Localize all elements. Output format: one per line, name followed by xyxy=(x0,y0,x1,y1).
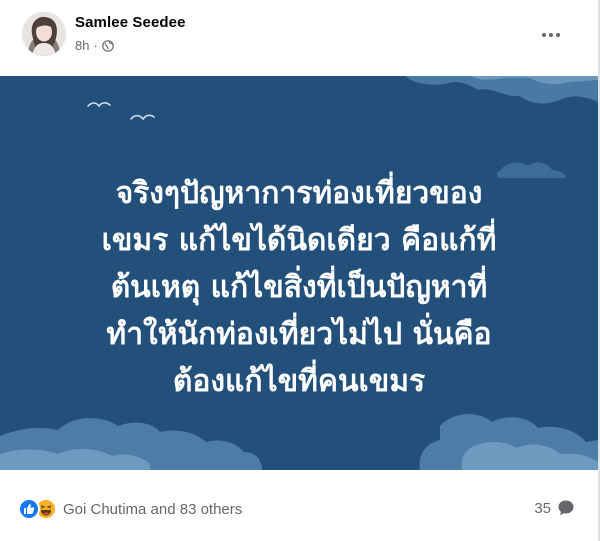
post-time[interactable]: 8h xyxy=(75,38,89,53)
image-text-line: ต้องแก้ไขที่คนเขมร xyxy=(172,364,426,399)
globe-icon[interactable] xyxy=(102,39,114,52)
reactions-label: Goi Chutima and 83 others xyxy=(63,500,243,518)
comments-count-button[interactable]: 35 xyxy=(534,499,575,517)
avatar-photo xyxy=(22,12,66,56)
image-text-line: ทำให้นักท่องเที่ยวไม่ไป นั่นคือ xyxy=(106,317,492,352)
image-text-line: จริงๆปัญหาการท่องเที่ยวของ xyxy=(115,176,483,211)
more-horizontal-icon xyxy=(542,33,560,37)
post-header: Samlee Seedee 8h · xyxy=(0,0,600,76)
post-image[interactable]: จริงๆปัญหาการท่องเที่ยวของ เขมร แก้ไขได้… xyxy=(0,76,598,470)
reactions-summary[interactable]: Goi Chutima and 83 others xyxy=(18,498,242,520)
image-text-line: ต้นเหตุ แก้ไขสิ่งที่เป็นปัญหาที่ xyxy=(110,270,488,305)
post-card: Samlee Seedee 8h · จริงๆปัญหาการท่องเที่… xyxy=(0,0,600,541)
comment-icon xyxy=(558,500,574,516)
author-name[interactable]: Samlee Seedee xyxy=(75,14,186,31)
post-image-text: จริงๆปัญหาการท่องเที่ยวของ เขมร แก้ไขได้… xyxy=(0,170,598,405)
post-footer: Goi Chutima and 83 others 35 xyxy=(0,470,600,541)
more-options-button[interactable] xyxy=(537,24,565,46)
comments-count: 35 xyxy=(534,499,551,517)
post-meta: 8h · xyxy=(75,38,114,53)
like-icon xyxy=(18,498,40,520)
meta-separator: · xyxy=(93,38,98,53)
image-text-line: เขมร แก้ไขได้นิดเดียว คือแก้ที่ xyxy=(101,223,497,258)
author-avatar[interactable] xyxy=(22,12,66,56)
